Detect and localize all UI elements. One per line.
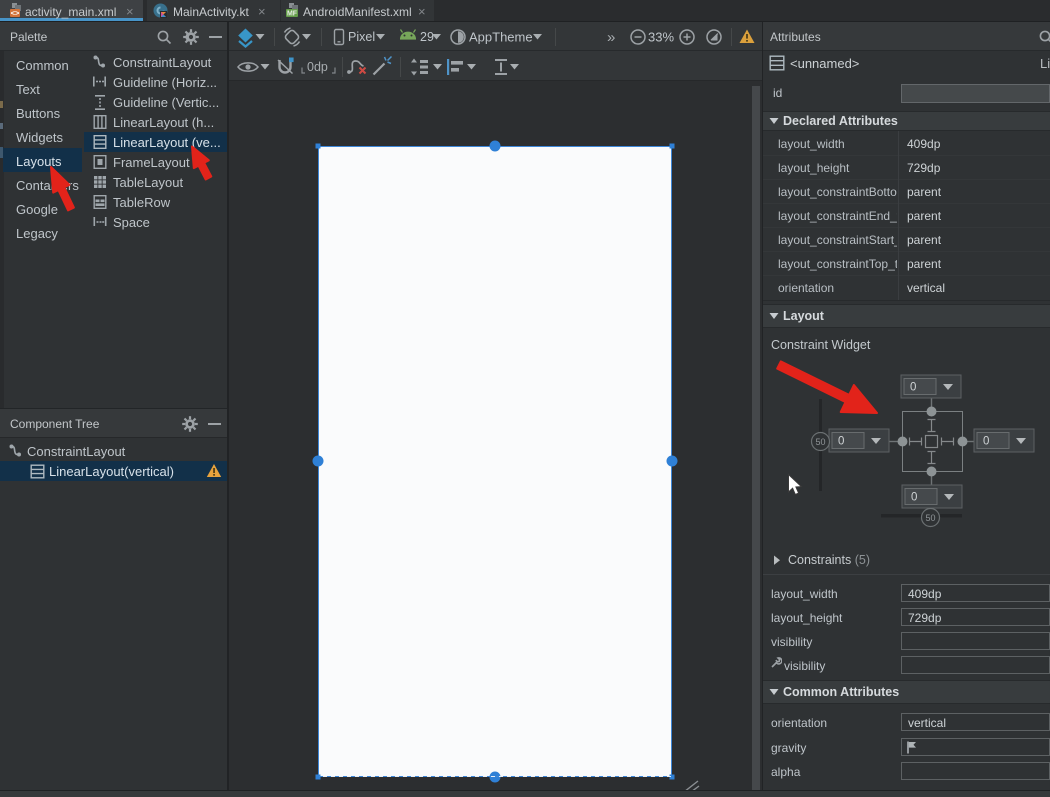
svg-text:50: 50 <box>925 513 935 523</box>
svg-text:0dp: 0dp <box>307 60 328 74</box>
svg-text:»: » <box>607 29 615 46</box>
svg-text:MF: MF <box>287 11 298 18</box>
svg-text:0: 0 <box>838 436 844 448</box>
svg-text:Pixel: Pixel <box>348 30 375 44</box>
svg-text:<>: <> <box>11 9 20 18</box>
svg-text:AppTheme: AppTheme <box>469 30 533 45</box>
svg-text:0: 0 <box>983 436 989 448</box>
svg-text:0: 0 <box>910 382 916 394</box>
svg-text:33%: 33% <box>648 30 674 45</box>
svg-text:29: 29 <box>420 30 434 44</box>
svg-text:0: 0 <box>911 492 917 504</box>
svg-text:50: 50 <box>815 437 825 447</box>
